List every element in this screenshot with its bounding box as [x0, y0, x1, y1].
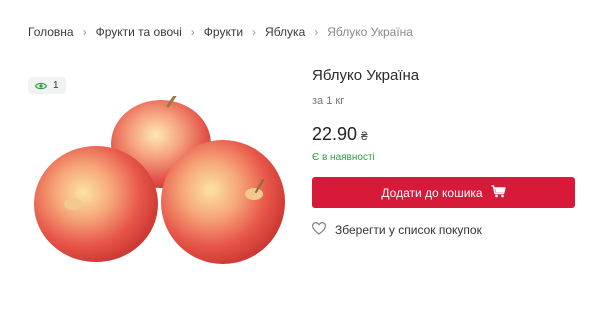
- add-to-cart-button[interactable]: Додати до кошика: [312, 177, 575, 208]
- chevron-right-icon: ›: [314, 25, 319, 39]
- breadcrumb-fruits-vegetables[interactable]: Фрукти та овочі: [96, 25, 182, 39]
- breadcrumb-current: Яблуко Україна: [327, 25, 413, 39]
- add-to-cart-label: Додати до кошика: [381, 185, 483, 200]
- stock-status: Є в наявності: [312, 152, 375, 163]
- eye-icon: [35, 82, 47, 90]
- chevron-right-icon: ›: [82, 25, 87, 39]
- breadcrumb-home[interactable]: Головна: [28, 25, 74, 39]
- views-count: 1: [53, 80, 59, 91]
- views-badge: 1: [28, 77, 66, 94]
- chevron-right-icon: ›: [190, 25, 195, 39]
- product-unit: за 1 кг: [312, 95, 345, 107]
- product-title: Яблуко Україна: [312, 67, 420, 84]
- breadcrumb-fruits[interactable]: Фрукти: [204, 25, 243, 39]
- save-to-list-label: Зберегти у список покупок: [335, 223, 482, 237]
- save-to-list-button[interactable]: Зберегти у список покупок: [312, 222, 482, 238]
- price-currency: ₴: [361, 129, 368, 143]
- heart-icon: [312, 222, 326, 238]
- cart-icon: [491, 184, 506, 201]
- product-price: 22.90 ₴: [312, 124, 368, 145]
- chevron-right-icon: ›: [252, 25, 257, 39]
- breadcrumb: Головна › Фрукти та овочі › Фрукти › Ябл…: [28, 25, 413, 39]
- product-image: [28, 88, 288, 272]
- price-value: 22.90: [312, 124, 358, 144]
- breadcrumb-apples[interactable]: Яблука: [265, 25, 305, 39]
